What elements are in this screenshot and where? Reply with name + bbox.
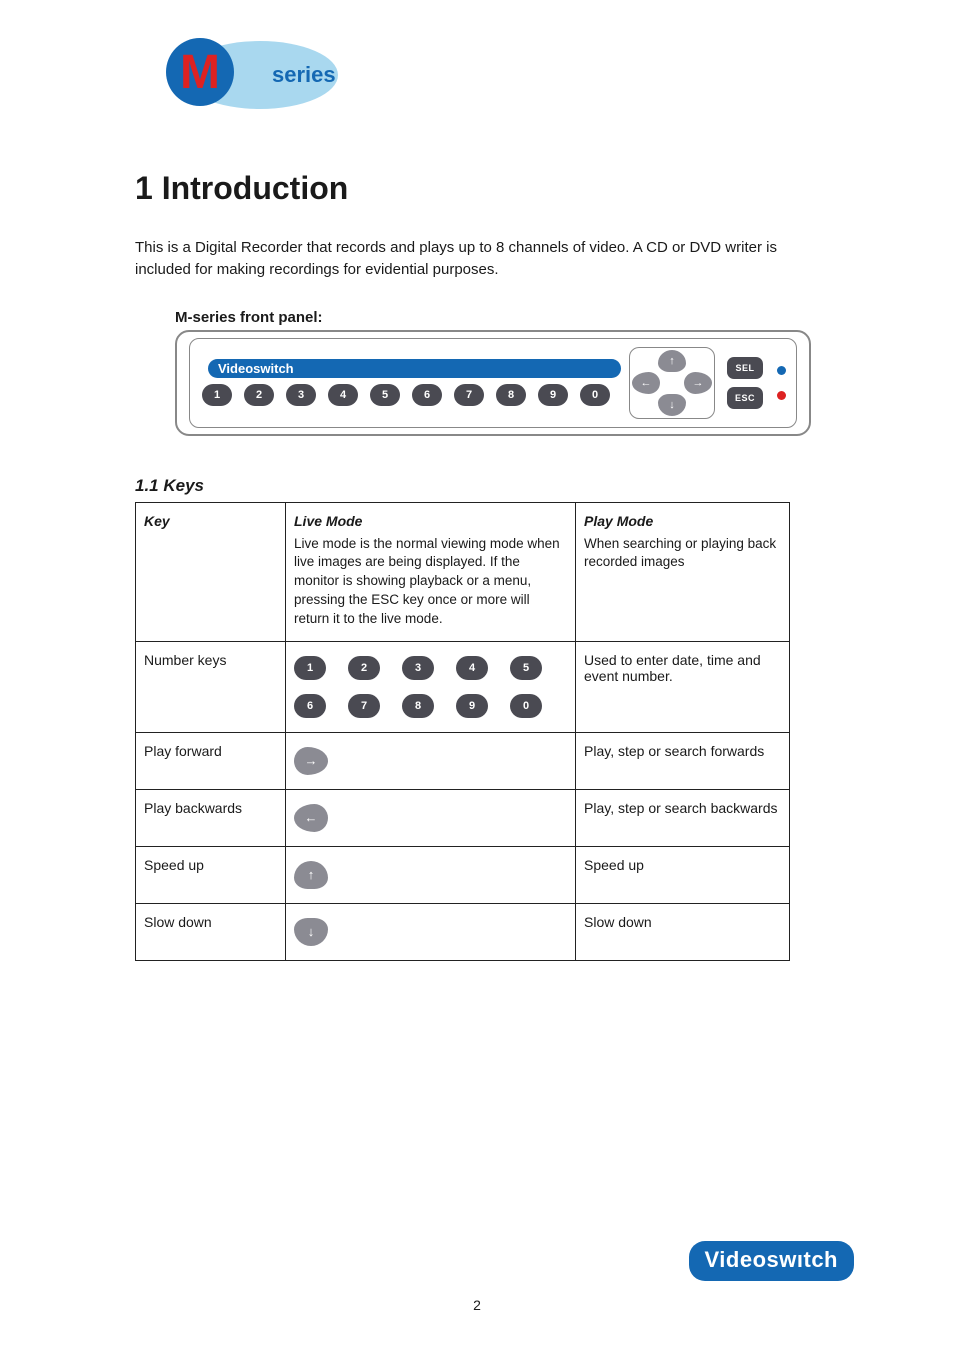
page-number: 2 bbox=[473, 1297, 481, 1313]
row-keys-cell: → bbox=[286, 732, 576, 789]
row-play-desc: Play, step or search backwards bbox=[576, 789, 790, 846]
table-row: Speed up ↑ Speed up bbox=[136, 846, 790, 903]
row-label: Number keys bbox=[136, 641, 286, 732]
th-play: Play Mode When searching or playing back… bbox=[576, 502, 790, 641]
panel-led-1 bbox=[777, 366, 786, 375]
row-keys-cell: ↓ bbox=[286, 903, 576, 960]
row-play-desc: Slow down bbox=[576, 903, 790, 960]
row-play-desc: Speed up bbox=[576, 846, 790, 903]
panel-brand-badge: Videoswitch bbox=[208, 359, 621, 378]
key-number-4[interactable]: 4 bbox=[456, 656, 488, 680]
panel-number-button-3[interactable]: 3 bbox=[286, 384, 316, 406]
panel-number-button-5[interactable]: 5 bbox=[370, 384, 400, 406]
arrow-left-icon[interactable]: ← bbox=[632, 372, 660, 394]
arrow-down-icon[interactable]: ↓ bbox=[658, 394, 686, 416]
row-label: Speed up bbox=[136, 846, 286, 903]
key-number-6[interactable]: 6 bbox=[294, 694, 326, 718]
panel-number-button-0[interactable]: 0 bbox=[580, 384, 610, 406]
key-number-0[interactable]: 0 bbox=[510, 694, 542, 718]
key-arrow-up-icon[interactable]: ↑ bbox=[294, 861, 328, 889]
panel-number-button-1[interactable]: 1 bbox=[202, 384, 232, 406]
panel-number-button-7[interactable]: 7 bbox=[454, 384, 484, 406]
logo-letter: M bbox=[180, 46, 220, 99]
panel-number-button-9[interactable]: 9 bbox=[538, 384, 568, 406]
row-keys-cell: ↑ bbox=[286, 846, 576, 903]
row-play-desc: Used to enter date, time and event numbe… bbox=[576, 641, 790, 732]
table-row: Number keys 12345 67890 Used to enter date,… bbox=[136, 641, 790, 732]
panel-leds bbox=[777, 366, 786, 400]
row-keys-cell: ← bbox=[286, 789, 576, 846]
arrow-up-icon[interactable]: ↑ bbox=[658, 350, 686, 372]
panel-number-button-8[interactable]: 8 bbox=[496, 384, 526, 406]
panel-number-row: 1234567890 bbox=[202, 384, 621, 406]
row-play-desc: Play, step or search forwards bbox=[576, 732, 790, 789]
key-arrow-down-icon[interactable]: ↓ bbox=[294, 918, 328, 946]
key-number-5[interactable]: 5 bbox=[510, 656, 542, 680]
key-arrow-left-icon[interactable]: ← bbox=[294, 804, 328, 832]
panel-led-2 bbox=[777, 391, 786, 400]
panel-esc-button[interactable]: ESC bbox=[727, 387, 763, 409]
table-row: Slow down ↓ Slow down bbox=[136, 903, 790, 960]
arrow-right-icon[interactable]: → bbox=[684, 372, 712, 394]
panel-number-button-4[interactable]: 4 bbox=[328, 384, 358, 406]
row-label: Play backwards bbox=[136, 789, 286, 846]
row-label: Slow down bbox=[136, 903, 286, 960]
footer-logo: Videoswıtch bbox=[689, 1241, 854, 1281]
key-number-7[interactable]: 7 bbox=[348, 694, 380, 718]
key-number-8[interactable]: 8 bbox=[402, 694, 434, 718]
keys-table: Key Live Mode Live mode is the normal vi… bbox=[135, 502, 790, 961]
th-live: Live Mode Live mode is the normal viewin… bbox=[286, 502, 576, 641]
panel-caption: M-series front panel: bbox=[175, 309, 859, 326]
intro-paragraph: This is a Digital Recorder that records … bbox=[135, 237, 825, 281]
row-label: Play forward bbox=[136, 732, 286, 789]
key-arrow-right-icon[interactable]: → bbox=[294, 747, 328, 775]
key-number-9[interactable]: 9 bbox=[456, 694, 488, 718]
device-front-panel: Videoswitch 1234567890 ↑ ↓ ← → SEL ESC bbox=[175, 330, 811, 436]
logo-word: series bbox=[272, 62, 336, 87]
key-number-3[interactable]: 3 bbox=[402, 656, 434, 680]
panel-side-buttons: SEL ESC bbox=[727, 357, 763, 409]
key-number-2[interactable]: 2 bbox=[348, 656, 380, 680]
key-number-1[interactable]: 1 bbox=[294, 656, 326, 680]
panel-sel-button[interactable]: SEL bbox=[727, 357, 763, 379]
series-logo: M series bbox=[150, 30, 859, 120]
panel-dpad: ↑ ↓ ← → bbox=[629, 347, 715, 419]
table-row: Play backwards ← Play, step or search back… bbox=[136, 789, 790, 846]
th-key: Key bbox=[136, 502, 286, 641]
section-title: 1.1 Keys bbox=[135, 476, 859, 496]
table-row: Play forward → Play, step or search forwar… bbox=[136, 732, 790, 789]
panel-number-button-2[interactable]: 2 bbox=[244, 384, 274, 406]
panel-number-button-6[interactable]: 6 bbox=[412, 384, 442, 406]
row-keys-cell: 12345 67890 bbox=[286, 641, 576, 732]
page-title: 1 Introduction bbox=[135, 170, 859, 207]
